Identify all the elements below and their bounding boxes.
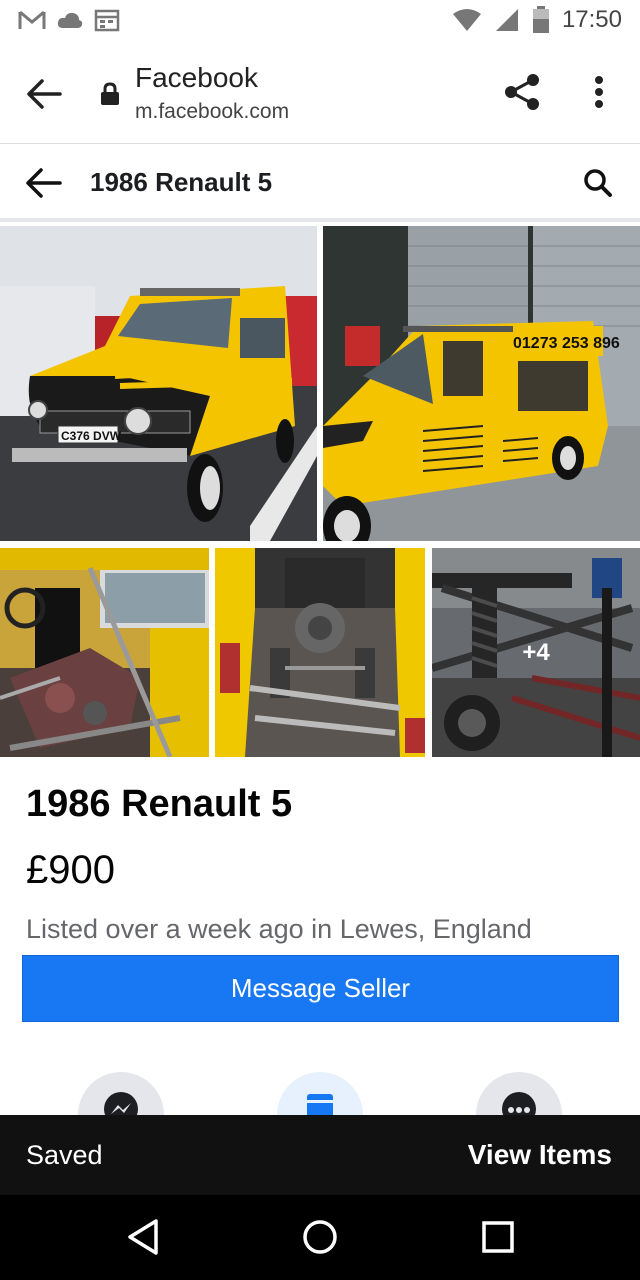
photo-front-van[interactable]: C376 DVW [0, 226, 317, 541]
calendar-icon [94, 9, 120, 32]
more-photos-count[interactable]: +4 [432, 548, 640, 757]
photo-side-van[interactable]: 01273 253 896 [323, 226, 640, 541]
view-items-link[interactable]: View Items [468, 1139, 612, 1171]
back-nav-icon[interactable] [122, 1215, 166, 1259]
listing-title: 1986 Renault 5 [26, 783, 293, 825]
browser-toolbar: Facebook m.facebook.com [0, 44, 640, 144]
home-nav-icon[interactable] [298, 1215, 342, 1259]
photo-chassis[interactable]: +4 [432, 548, 640, 757]
saved-label: Saved [26, 1140, 103, 1170]
saved-toast: Saved View Items [0, 1115, 640, 1195]
van-phone-number: 01273 253 896 [513, 335, 620, 352]
back-arrow-icon[interactable] [24, 165, 64, 201]
photo-interior[interactable] [0, 548, 209, 757]
search-icon[interactable] [582, 167, 614, 199]
listing-price: £900 [26, 848, 115, 892]
status-right-icons: 17:50 [452, 6, 622, 34]
cloud-icon [57, 12, 83, 28]
message-seller-button[interactable]: Message Seller [22, 955, 619, 1022]
photo-rear-engine[interactable] [215, 548, 425, 757]
signal-icon [495, 9, 518, 31]
status-time: 17:50 [561, 6, 622, 33]
listing-meta: Listed over a week ago in Lewes, England [26, 914, 532, 944]
share-icon[interactable] [502, 72, 542, 112]
browser-page-title: Facebook [135, 62, 258, 93]
status-left-icons [18, 8, 120, 32]
page-title: 1986 Renault 5 [90, 167, 273, 197]
wifi-icon [452, 9, 481, 31]
gmail-icon [18, 10, 46, 29]
page-header: 1986 Renault 5 [0, 145, 640, 222]
recents-nav-icon[interactable] [476, 1215, 520, 1259]
license-plate: C376 DVW [61, 429, 122, 443]
battery-icon [532, 6, 549, 33]
browser-back-icon[interactable] [24, 74, 64, 114]
status-bar: 17:50 [0, 0, 640, 44]
browser-url[interactable]: m.facebook.com [135, 100, 289, 124]
overflow-menu-icon[interactable] [584, 72, 614, 112]
lock-icon [101, 82, 119, 105]
system-nav-bar [0, 1195, 640, 1280]
